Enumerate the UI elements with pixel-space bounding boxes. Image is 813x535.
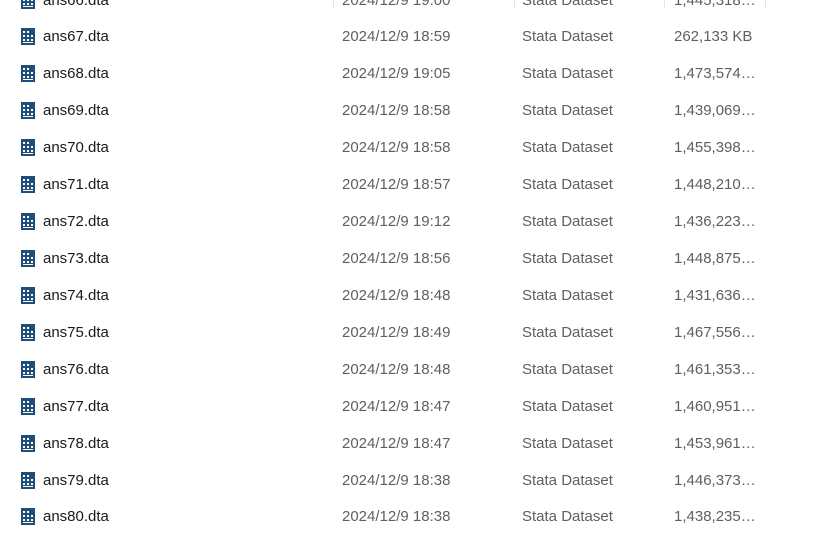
file-date: 2024/12/9 19:12 [342, 213, 451, 230]
file-row[interactable]: ans69.dta 2024/12/9 18:58 Stata Dataset … [0, 92, 813, 129]
stata-file-icon [21, 176, 35, 193]
stata-file-icon [21, 361, 35, 378]
file-name: ans66.dta [43, 0, 109, 9]
file-date: 2024/12/9 18:47 [342, 398, 451, 415]
file-type: Stata Dataset [522, 139, 613, 156]
file-name: ans75.dta [43, 324, 109, 341]
file-name: ans78.dta [43, 435, 109, 452]
file-row[interactable]: ans72.dta 2024/12/9 19:12 Stata Dataset … [0, 203, 813, 240]
file-size: 1,460,951 KB [674, 398, 756, 415]
file-row[interactable]: ans78.dta 2024/12/9 18:47 Stata Dataset … [0, 425, 813, 462]
stata-file-icon [21, 398, 35, 415]
file-name: ans80.dta [43, 508, 109, 525]
file-name: ans73.dta [43, 250, 109, 267]
file-size: 1,439,069 KB [674, 102, 756, 119]
file-size: 1,455,398 KB [674, 139, 756, 156]
file-type: Stata Dataset [522, 324, 613, 341]
file-type: Stata Dataset [522, 213, 613, 230]
file-name: ans79.dta [43, 472, 109, 489]
file-date: 2024/12/9 18:38 [342, 472, 451, 489]
stata-file-icon [21, 139, 35, 156]
file-size: 1,445,318 KB [674, 0, 756, 9]
file-size: 1,436,223 KB [674, 213, 756, 230]
file-row[interactable]: ans76.dta 2024/12/9 18:48 Stata Dataset … [0, 351, 813, 388]
file-name: ans67.dta [43, 28, 109, 45]
file-row[interactable]: ans66.dta 2024/12/9 19:00 Stata Dataset … [0, 0, 813, 19]
file-size: 1,446,373 KB [674, 472, 756, 489]
file-name: ans77.dta [43, 398, 109, 415]
file-type: Stata Dataset [522, 176, 613, 193]
file-type: Stata Dataset [522, 0, 613, 9]
file-date: 2024/12/9 18:38 [342, 508, 451, 525]
file-type: Stata Dataset [522, 28, 613, 45]
stata-file-icon [21, 102, 35, 119]
file-name: ans68.dta [43, 65, 109, 82]
file-row[interactable]: ans74.dta 2024/12/9 18:48 Stata Dataset … [0, 277, 813, 314]
file-date: 2024/12/9 18:49 [342, 324, 451, 341]
file-size: 1,467,556 KB [674, 324, 756, 341]
file-size: 1,431,636 KB [674, 287, 756, 304]
file-row[interactable]: ans73.dta 2024/12/9 18:56 Stata Dataset … [0, 240, 813, 277]
file-size: 1,448,210 KB [674, 176, 756, 193]
file-size: 1,448,875 KB [674, 250, 756, 267]
file-date: 2024/12/9 18:48 [342, 361, 451, 378]
stata-file-icon [21, 435, 35, 452]
file-type: Stata Dataset [522, 102, 613, 119]
file-date: 2024/12/9 19:00 [342, 0, 451, 9]
file-type: Stata Dataset [522, 65, 613, 82]
file-name: ans71.dta [43, 176, 109, 193]
file-type: Stata Dataset [522, 398, 613, 415]
file-row[interactable]: ans80.dta 2024/12/9 18:38 Stata Dataset … [0, 498, 813, 535]
stata-file-icon [21, 250, 35, 267]
file-type: Stata Dataset [522, 435, 613, 452]
file-size: 262,133 KB [674, 28, 753, 45]
file-size: 1,438,235 KB [674, 508, 756, 525]
file-name: ans74.dta [43, 287, 109, 304]
file-type: Stata Dataset [522, 508, 613, 525]
file-size: 1,473,574 KB [674, 65, 756, 82]
file-name: ans69.dta [43, 102, 109, 119]
file-date: 2024/12/9 18:47 [342, 435, 451, 452]
stata-file-icon [21, 287, 35, 304]
file-type: Stata Dataset [522, 472, 613, 489]
file-date: 2024/12/9 18:57 [342, 176, 451, 193]
file-date: 2024/12/9 18:58 [342, 139, 451, 156]
stata-file-icon [21, 65, 35, 82]
file-type: Stata Dataset [522, 287, 613, 304]
file-row[interactable]: ans70.dta 2024/12/9 18:58 Stata Dataset … [0, 129, 813, 166]
file-name: ans70.dta [43, 139, 109, 156]
file-name: ans76.dta [43, 361, 109, 378]
stata-file-icon [21, 508, 35, 525]
file-row[interactable]: ans68.dta 2024/12/9 19:05 Stata Dataset … [0, 55, 813, 92]
file-date: 2024/12/9 18:59 [342, 28, 451, 45]
file-type: Stata Dataset [522, 361, 613, 378]
stata-file-icon [21, 324, 35, 341]
stata-file-icon [21, 28, 35, 45]
file-date: 2024/12/9 18:48 [342, 287, 451, 304]
file-size: 1,453,961 KB [674, 435, 756, 452]
stata-file-icon [21, 213, 35, 230]
file-row[interactable]: ans77.dta 2024/12/9 18:47 Stata Dataset … [0, 388, 813, 425]
file-date: 2024/12/9 18:56 [342, 250, 451, 267]
file-row[interactable]: ans71.dta 2024/12/9 18:57 Stata Dataset … [0, 166, 813, 203]
file-size: 1,461,353 KB [674, 361, 756, 378]
file-row[interactable]: ans79.dta 2024/12/9 18:38 Stata Dataset … [0, 462, 813, 499]
file-type: Stata Dataset [522, 250, 613, 267]
file-date: 2024/12/9 18:58 [342, 102, 451, 119]
file-name: ans72.dta [43, 213, 109, 230]
file-row[interactable]: ans67.dta 2024/12/9 18:59 Stata Dataset … [0, 18, 813, 55]
file-row[interactable]: ans75.dta 2024/12/9 18:49 Stata Dataset … [0, 314, 813, 351]
file-date: 2024/12/9 19:05 [342, 65, 451, 82]
stata-file-icon [21, 472, 35, 489]
stata-file-icon [21, 0, 35, 9]
